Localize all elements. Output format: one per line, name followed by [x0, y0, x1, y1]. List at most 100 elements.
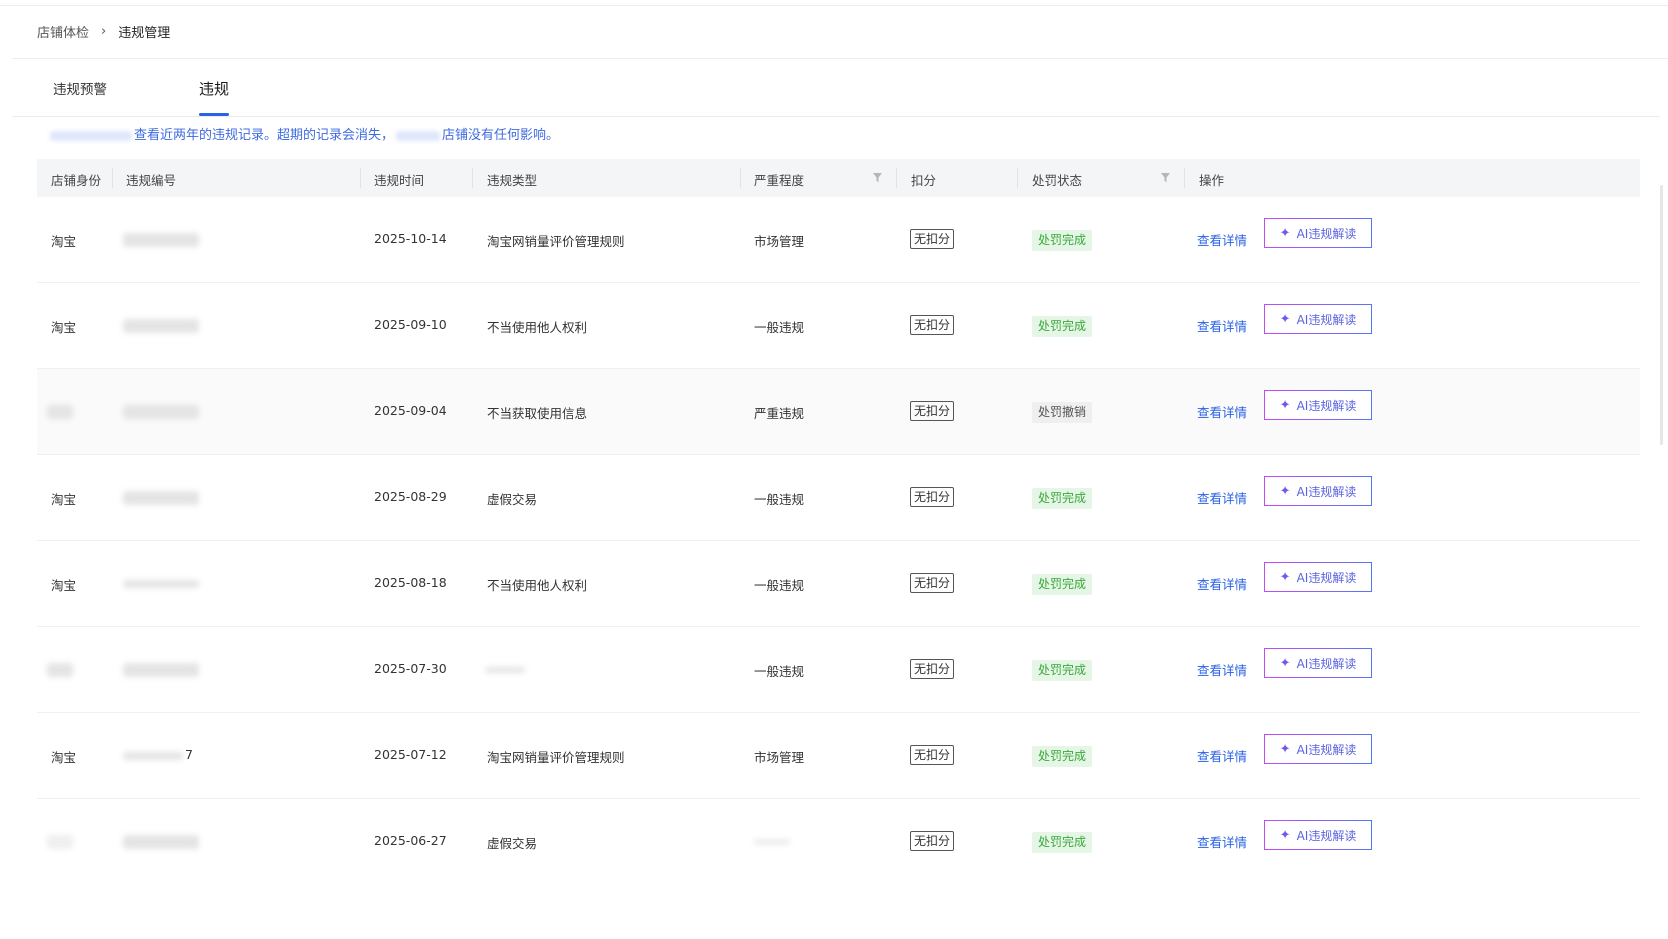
view-details-link[interactable]: 查看详情	[1197, 230, 1247, 249]
table-row: 淘宝 2025-10-14 淘宝网销量评价管理规则 市场管理 无扣分 处罚完成 …	[37, 197, 1640, 283]
redacted-violation-id	[123, 580, 199, 588]
violation-type: 虚假交易	[487, 836, 538, 851]
redacted-shop-identity	[47, 835, 73, 849]
violation-date: 2025-10-14	[374, 231, 447, 246]
violations-table: 店铺身份 违规编号 违规时间 违规类型 严重程度 扣分 处罚状态 操作 淘宝 2…	[37, 159, 1640, 884]
redacted-violation-type	[485, 667, 525, 673]
severity: 一般违规	[754, 578, 805, 593]
ai-interpret-button[interactable]: ✦ AI违规解读	[1264, 304, 1372, 334]
severity: 严重违规	[754, 406, 805, 421]
violation-id-suffix: 7	[185, 747, 193, 762]
status-badge: 处罚撤销	[1032, 402, 1093, 423]
status-badge: 处罚完成	[1032, 660, 1093, 681]
shop-identity: 淘宝	[51, 320, 77, 335]
table-row: 2025-07-30 一般违规 无扣分 处罚完成 查看详情 ✦ AI违规解读	[37, 627, 1640, 713]
view-details-link[interactable]: 查看详情	[1197, 746, 1247, 765]
shop-identity: 淘宝	[51, 492, 77, 507]
table-row: 2025-09-04 不当获取使用信息 严重违规 无扣分 处罚撤销 查看详情 ✦…	[37, 369, 1640, 455]
violation-date: 2025-07-30	[374, 661, 447, 676]
violation-type: 虚假交易	[487, 492, 538, 507]
ai-button-label: AI违规解读	[1296, 398, 1357, 413]
ai-interpret-button[interactable]: ✦ AI违规解读	[1264, 390, 1372, 420]
sparkle-icon: ✦	[1279, 569, 1291, 585]
status-filter-icon[interactable]	[1160, 172, 1171, 183]
breadcrumb-divider	[12, 58, 1668, 59]
ai-button-label: AI违规解读	[1296, 226, 1357, 241]
severity-filter-icon[interactable]	[872, 172, 883, 183]
table-row: 2025-06-27 虚假交易 无扣分 处罚完成 查看详情 ✦ AI违规解读	[37, 799, 1640, 884]
redacted-shop-identity	[47, 405, 73, 419]
table-row: 淘宝 2025-08-29 虚假交易 一般违规 无扣分 处罚完成 查看详情 ✦ A…	[37, 455, 1640, 541]
view-details-link[interactable]: 查看详情	[1197, 488, 1247, 507]
column-divider	[896, 168, 897, 188]
column-divider	[112, 168, 113, 188]
col-violation-time: 违规时间	[374, 173, 425, 188]
ai-button-label: AI违规解读	[1296, 656, 1357, 671]
violation-type: 淘宝网销量评价管理规则	[487, 750, 625, 765]
ai-button-label: AI违规解读	[1296, 312, 1357, 327]
breadcrumb-separator-icon: ›	[101, 24, 107, 39]
ai-button-label: AI违规解读	[1296, 484, 1357, 499]
breadcrumb-parent-link[interactable]: 店铺体检	[37, 22, 89, 41]
breadcrumb: 店铺体检 › 违规管理	[37, 22, 170, 41]
status-badge: 处罚完成	[1032, 230, 1093, 251]
severity: 市场管理	[754, 234, 805, 249]
view-details-link[interactable]: 查看详情	[1197, 832, 1247, 851]
ai-button-label: AI违规解读	[1296, 828, 1357, 843]
violation-date: 2025-07-12	[374, 747, 447, 762]
notice-text: 查看近两年的违规记录。超期的记录会消失， 店铺没有任何影响。	[50, 124, 559, 143]
col-violation-type: 违规类型	[487, 173, 538, 188]
severity: 一般违规	[754, 664, 805, 679]
redacted-text	[50, 130, 132, 141]
redacted-shop-identity	[47, 663, 73, 677]
column-divider	[472, 168, 473, 188]
view-details-link[interactable]: 查看详情	[1197, 660, 1247, 679]
top-border	[0, 5, 1668, 6]
sparkle-icon: ✦	[1279, 311, 1291, 327]
notice-text-part-1: 查看近两年的违规记录。超期的记录会消失，	[134, 128, 395, 143]
shop-identity: 淘宝	[51, 750, 77, 765]
ai-interpret-button[interactable]: ✦ AI违规解读	[1264, 820, 1372, 850]
breadcrumb-current: 违规管理	[118, 26, 171, 41]
redacted-violation-id	[123, 491, 199, 505]
violation-type: 不当使用他人权利	[487, 320, 588, 335]
notice-text-part-2: 店铺没有任何影响。	[442, 128, 560, 143]
ai-interpret-button[interactable]: ✦ AI违规解读	[1264, 476, 1372, 506]
view-details-link[interactable]: 查看详情	[1197, 574, 1247, 593]
violation-type: 淘宝网销量评价管理规则	[487, 234, 625, 249]
violation-date: 2025-08-29	[374, 489, 447, 504]
col-deduction: 扣分	[911, 173, 937, 188]
table-header: 店铺身份 违规编号 违规时间 违规类型 严重程度 扣分 处罚状态 操作	[37, 159, 1640, 197]
col-actions: 操作	[1199, 173, 1225, 188]
deduction-tag: 无扣分	[910, 745, 955, 765]
tab-divider	[12, 116, 1660, 117]
ai-interpret-button[interactable]: ✦ AI违规解读	[1264, 562, 1372, 592]
redacted-violation-id	[123, 233, 199, 247]
view-details-link[interactable]: 查看详情	[1197, 402, 1247, 421]
sparkle-icon: ✦	[1279, 397, 1291, 413]
sparkle-icon: ✦	[1279, 655, 1291, 671]
view-details-link[interactable]: 查看详情	[1197, 316, 1247, 335]
tab-violation[interactable]: 违规	[199, 78, 230, 116]
redacted-severity	[754, 840, 790, 844]
tab-violation-warning[interactable]: 违规预警	[53, 78, 107, 116]
deduction-tag: 无扣分	[910, 659, 955, 679]
vertical-scrollbar[interactable]	[1660, 185, 1663, 445]
column-divider	[1017, 168, 1018, 188]
status-badge: 处罚完成	[1032, 488, 1093, 509]
shop-identity: 淘宝	[51, 578, 77, 593]
ai-interpret-button[interactable]: ✦ AI违规解读	[1264, 734, 1372, 764]
redacted-violation-id	[123, 835, 199, 849]
severity: 一般违规	[754, 320, 805, 335]
col-penalty-status: 处罚状态	[1032, 173, 1083, 188]
ai-interpret-button[interactable]: ✦ AI违规解读	[1264, 218, 1372, 248]
violation-date: 2025-09-04	[374, 403, 447, 418]
ai-interpret-button[interactable]: ✦ AI违规解读	[1264, 648, 1372, 678]
deduction-tag: 无扣分	[910, 315, 955, 335]
column-divider	[740, 168, 741, 188]
sparkle-icon: ✦	[1279, 483, 1291, 499]
col-severity: 严重程度	[754, 173, 805, 188]
deduction-tag: 无扣分	[910, 573, 955, 593]
column-divider	[1184, 168, 1185, 188]
sparkle-icon: ✦	[1279, 827, 1291, 843]
